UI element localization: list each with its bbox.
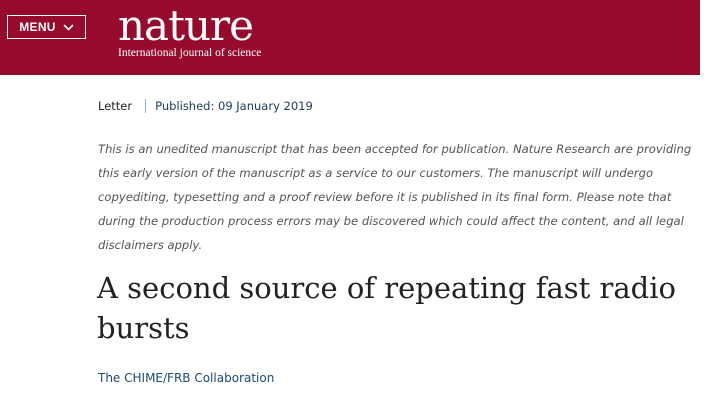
menu-button-label: MENU — [19, 20, 56, 34]
article-title: A second source of repeating fast radio … — [97, 271, 676, 345]
author-link[interactable]: The CHIME/FRB Collaboration — [98, 371, 274, 385]
nature-logo[interactable]: nature International journal of science — [118, 5, 261, 60]
publication-date: Published: 09 January 2019 — [155, 99, 313, 113]
meta-divider — [145, 99, 147, 113]
logo-wordmark: nature — [118, 1, 254, 50]
manuscript-notice: This is an unedited manuscript that has … — [98, 142, 692, 252]
menu-button[interactable]: MENU — [7, 15, 86, 39]
logo-tagline: International journal of science — [118, 47, 262, 59]
chevron-down-icon — [63, 23, 74, 31]
article-meta: Letter Published: 09 January 2019 — [98, 99, 313, 113]
article-type: Letter — [98, 99, 133, 113]
site-header: MENU nature International journal of sci… — [0, 0, 700, 75]
